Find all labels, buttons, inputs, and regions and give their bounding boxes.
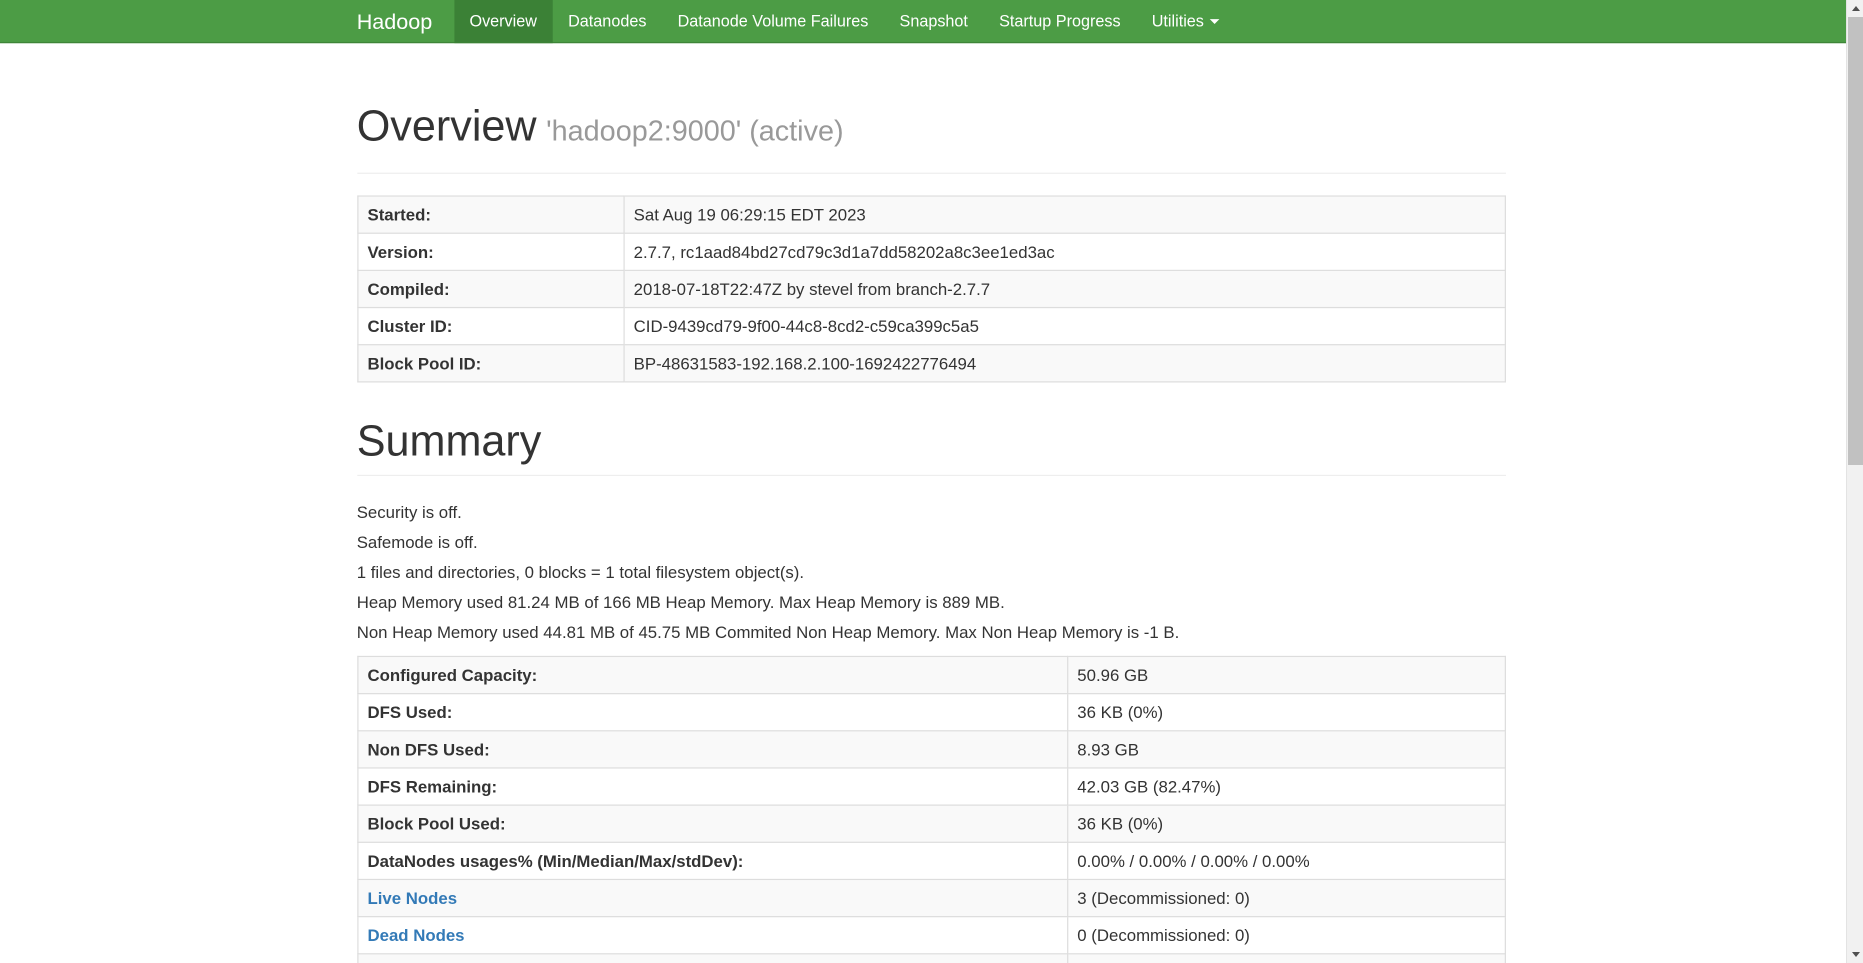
row-label: DFS Remaining: — [356, 767, 1068, 806]
scroll-down-button[interactable] — [1847, 946, 1863, 963]
row-label: Compiled: — [356, 269, 625, 309]
nav-item-overview[interactable]: Overview — [453, 0, 553, 44]
nav-item-datanode-volume-failures[interactable]: Datanode Volume Failures — [662, 0, 884, 43]
overview-header: Overview 'hadoop2:9000' (active) — [356, 101, 1506, 174]
page-title: Overview 'hadoop2:9000' (active) — [357, 101, 1506, 156]
row-value: Sat Aug 19 06:29:15 EDT 2023 — [622, 195, 1506, 234]
summary-line-heap: Heap Memory used 81.24 MB of 166 MB Heap… — [356, 592, 1005, 612]
row-value: 50.96 GB — [1066, 655, 1506, 695]
summary-title: Summary — [356, 416, 542, 466]
overview-table: Started: Sat Aug 19 06:29:15 EDT 2023 Ve… — [356, 195, 1506, 383]
table-row: DFS Used: 36 KB (0%) — [356, 693, 1506, 732]
row-value: 0 — [1066, 953, 1506, 963]
row-value: 36 KB (0%) — [1066, 693, 1506, 732]
caret-down-icon — [1209, 19, 1220, 25]
row-label: Non DFS Used: — [356, 730, 1068, 769]
row-label: Live Nodes — [356, 878, 1068, 918]
page: Hadoop Overview Datanodes Datanode Volum… — [0, 0, 1863, 963]
table-row: Dead Nodes 0 (Decommissioned: 0) — [356, 916, 1506, 955]
nav-item-utilities[interactable]: Utilities — [1136, 0, 1235, 43]
row-label: DataNodes usages% (Min/Median/Max/stdDev… — [356, 841, 1068, 881]
main-content: Overview 'hadoop2:9000' (active) Started:… — [356, 101, 1506, 963]
navbar: Hadoop Overview Datanodes Datanode Volum… — [0, 0, 1863, 44]
scrollbar-thumb[interactable] — [1848, 17, 1863, 465]
table-row: Configured Capacity: 50.96 GB — [356, 655, 1506, 695]
table-row: Block Pool ID: BP-48631583-192.168.2.100… — [356, 344, 1506, 383]
scroll-up-button[interactable] — [1847, 0, 1863, 17]
triangle-up-icon — [1851, 6, 1860, 11]
nav-item-datanode-volume-failures-label[interactable]: Datanode Volume Failures — [662, 0, 884, 43]
row-value: CID-9439cd79-9f00-44c8-8cd2-c59ca399c5a5 — [622, 306, 1506, 346]
summary-line-nonheap: Non Heap Memory used 44.81 MB of 45.75 M… — [356, 622, 1180, 642]
table-row: Started: Sat Aug 19 06:29:15 EDT 2023 — [356, 195, 1506, 234]
row-value: 8.93 GB — [1066, 730, 1506, 769]
navbar-menu: Overview Datanodes Datanode Volume Failu… — [453, 0, 1235, 44]
summary-line-safemode: Safemode is off. — [356, 532, 478, 552]
nav-item-snapshot-label[interactable]: Snapshot — [884, 0, 984, 43]
summary-header: Summary — [356, 416, 1506, 477]
row-value: 3 (Decommissioned: 0) — [1066, 878, 1506, 918]
nav-item-startup-progress-label[interactable]: Startup Progress — [984, 0, 1137, 43]
table-row: Cluster ID: CID-9439cd79-9f00-44c8-8cd2-… — [356, 306, 1506, 346]
row-value: 2018-07-18T22:47Z by stevel from branch-… — [622, 269, 1506, 309]
table-row: Block Pool Used: 36 KB (0%) — [356, 804, 1506, 843]
row-label: Cluster ID: — [356, 306, 625, 346]
nav-item-snapshot[interactable]: Snapshot — [884, 0, 984, 43]
summary-line-security: Security is off. — [356, 502, 462, 522]
row-label: Started: — [356, 195, 625, 234]
page-title-text: Overview — [356, 100, 537, 150]
table-row: Compiled: 2018-07-18T22:47Z by stevel fr… — [356, 269, 1506, 309]
brand-hadoop[interactable]: Hadoop — [357, 0, 454, 43]
table-row: DFS Remaining: 42.03 GB (82.47%) — [356, 767, 1506, 806]
nav-item-datanodes[interactable]: Datanodes — [553, 0, 662, 43]
table-row: Live Nodes 3 (Decommissioned: 0) — [356, 878, 1506, 918]
row-value: 2.7.7, rc1aad84bd27cd79c3d1a7dd58202a8c3… — [622, 232, 1506, 271]
nav-item-datanodes-label[interactable]: Datanodes — [553, 0, 662, 43]
nav-item-overview-label[interactable]: Overview — [454, 0, 553, 43]
row-label: Dead Nodes — [356, 916, 1068, 955]
table-row: DataNodes usages% (Min/Median/Max/stdDev… — [356, 841, 1506, 881]
row-label: DFS Used: — [356, 693, 1068, 732]
nav-item-utilities-link[interactable]: Utilities — [1136, 0, 1235, 43]
row-value: BP-48631583-192.168.2.100-1692422776494 — [622, 344, 1506, 383]
vertical-scrollbar[interactable] — [1846, 0, 1863, 963]
table-row: Version: 2.7.7, rc1aad84bd27cd79c3d1a7dd… — [356, 232, 1506, 271]
table-row: Decommissioning Nodes 0 — [356, 953, 1506, 963]
row-value: 42.03 GB (82.47%) — [1066, 767, 1506, 806]
row-value: 0 (Decommissioned: 0) — [1066, 916, 1506, 955]
summary-line-filesystem: 1 files and directories, 0 blocks = 1 to… — [356, 562, 805, 582]
row-label: Configured Capacity: — [356, 655, 1068, 695]
table-row: Non DFS Used: 8.93 GB — [356, 730, 1506, 769]
row-label: Block Pool Used: — [356, 804, 1068, 843]
summary-table: Configured Capacity: 50.96 GB DFS Used: … — [356, 655, 1506, 963]
live-nodes-link[interactable]: Live Nodes — [367, 888, 457, 907]
row-label: Version: — [356, 232, 625, 271]
nav-item-utilities-label: Utilities — [1151, 11, 1204, 30]
row-value: 36 KB (0%) — [1066, 804, 1506, 843]
triangle-down-icon — [1851, 952, 1860, 957]
page-subtitle: 'hadoop2:9000' (active) — [546, 115, 844, 148]
nav-item-startup-progress[interactable]: Startup Progress — [984, 0, 1137, 43]
row-label: Block Pool ID: — [356, 344, 625, 383]
dead-nodes-link[interactable]: Dead Nodes — [367, 926, 464, 945]
row-value: 0.00% / 0.00% / 0.00% / 0.00% — [1066, 841, 1506, 881]
row-label: Decommissioning Nodes — [356, 953, 1068, 963]
